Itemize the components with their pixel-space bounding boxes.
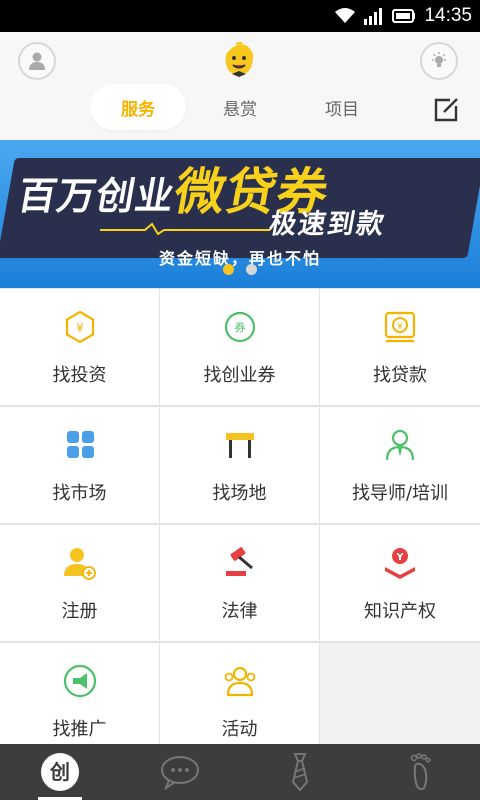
banner-title-small: 百万创业 — [14, 174, 179, 218]
tie-icon — [291, 753, 309, 792]
service-label: 找场地 — [212, 483, 267, 504]
service-label: 找投资 — [52, 365, 107, 386]
banner-pulse-line — [100, 222, 270, 236]
service-law[interactable]: 法律 — [160, 525, 319, 641]
service-label: 找创业券 — [203, 365, 276, 386]
service-find-mentor[interactable]: 找导师/培训 — [320, 407, 480, 523]
service-label: 法律 — [221, 601, 258, 622]
banner-pagination — [0, 264, 480, 275]
svg-text:券: 券 — [234, 320, 245, 334]
header: 服务 悬赏 项目 — [0, 32, 480, 140]
banner-subtitle: 极速到款 — [266, 209, 389, 240]
pagination-dot[interactable] — [246, 264, 257, 275]
tab-rewards[interactable]: 悬赏 — [192, 84, 288, 130]
nav-create[interactable]: 创 — [0, 744, 120, 800]
battery-icon — [392, 9, 416, 23]
service-label: 知识产权 — [364, 601, 436, 622]
pagination-dot[interactable] — [223, 264, 234, 275]
signal-icon — [364, 8, 383, 25]
footprint-icon — [410, 753, 431, 791]
edit-icon[interactable] — [432, 96, 460, 124]
service-label: 找推广 — [52, 719, 107, 740]
svg-text:创: 创 — [49, 760, 70, 784]
status-time: 14:35 — [424, 5, 472, 26]
venue-table-icon — [225, 433, 254, 458]
empty-cell — [320, 643, 480, 749]
status-bar: 14:35 — [0, 0, 480, 32]
activity-people-icon — [224, 666, 255, 697]
mentor-icon — [385, 429, 415, 461]
tab-projects[interactable]: 项目 — [294, 84, 390, 130]
service-find-market[interactable]: 找市场 — [0, 407, 159, 523]
service-find-loan[interactable]: ¥ 找贷款 — [320, 289, 480, 405]
service-label: 注册 — [61, 601, 98, 622]
service-label: 找贷款 — [373, 365, 427, 386]
wifi-icon — [335, 8, 356, 23]
coupon-icon: 券 — [224, 311, 255, 343]
gavel-icon — [225, 547, 253, 576]
service-find-investment[interactable]: ¥ 找投资 — [0, 289, 159, 405]
bottom-nav: 创 — [0, 744, 480, 800]
service-find-promotion[interactable]: 找推广 — [0, 643, 159, 749]
svg-text:¥: ¥ — [397, 322, 403, 332]
lightbulb-button[interactable] — [420, 42, 458, 80]
service-find-venue[interactable]: 找场地 — [160, 407, 319, 523]
mascot-logo — [225, 42, 254, 77]
ip-book-icon: Y — [385, 548, 415, 579]
loan-icon: ¥ — [384, 311, 416, 343]
service-ip[interactable]: Y 知识产权 — [320, 525, 480, 641]
yuan-hexagon-icon: ¥ — [65, 310, 94, 344]
service-register[interactable]: 注册 — [0, 525, 159, 641]
service-grid: ¥ 找投资 券 找创业券 ¥ 找贷款 找市场 找场地 找导师/培训 注册 法律 … — [0, 288, 480, 749]
register-user-icon — [63, 548, 96, 580]
tab-services[interactable]: 服务 — [90, 84, 186, 130]
service-label: 找市场 — [52, 483, 107, 504]
service-find-coupon[interactable]: 券 找创业券 — [160, 289, 319, 405]
svg-text:Y: Y — [395, 552, 404, 563]
profile-button[interactable] — [18, 42, 56, 80]
chat-icon — [161, 756, 199, 790]
service-activity[interactable]: 活动 — [160, 643, 319, 749]
nav-footprint[interactable] — [360, 744, 480, 800]
grid-squares-icon — [66, 431, 94, 458]
nav-business[interactable] — [240, 744, 360, 800]
service-label: 活动 — [221, 719, 258, 740]
chuang-icon: 创 — [41, 753, 79, 791]
svg-text:¥: ¥ — [76, 321, 84, 335]
lightbulb-icon — [432, 52, 446, 67]
service-label: 找导师/培训 — [351, 483, 449, 504]
megaphone-icon — [63, 664, 96, 698]
user-icon — [29, 52, 45, 70]
nav-messages[interactable] — [120, 744, 240, 800]
top-tabs: 服务 悬赏 项目 — [90, 84, 396, 130]
